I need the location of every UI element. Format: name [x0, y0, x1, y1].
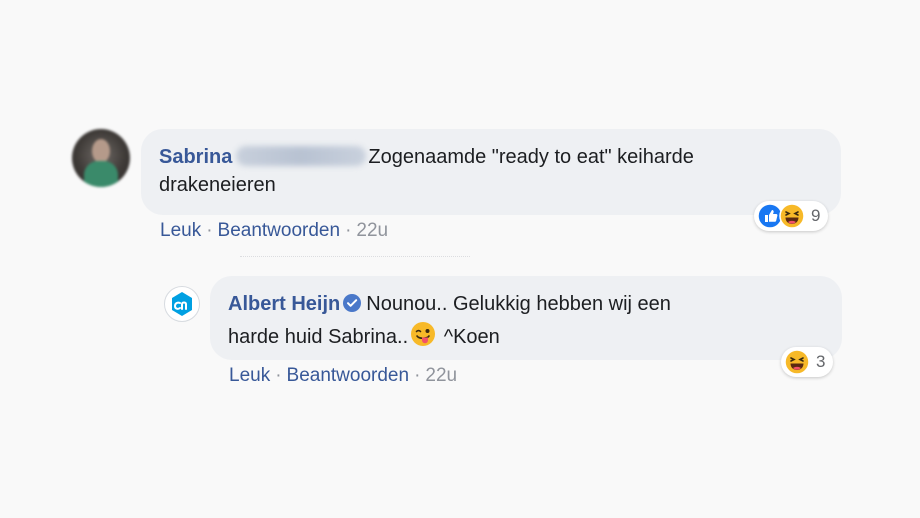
reply-text-line2: harde huid Sabrina.. — [228, 326, 409, 348]
winking-tongue-emoji-icon — [410, 321, 436, 355]
separator-dot: · — [345, 220, 352, 241]
separator-dot: · — [206, 220, 213, 241]
blurred-surname — [236, 146, 367, 166]
reply-reaction-summary[interactable]: 3 — [781, 347, 834, 377]
avatar-face — [92, 139, 110, 163]
reply-author[interactable]: Albert Heijn — [228, 293, 340, 315]
verified-badge-icon — [342, 293, 362, 321]
comment-author[interactable]: Sabrina — [159, 146, 232, 168]
avatar-body — [84, 161, 118, 187]
reply-text-line1: Nounou.. Gelukkig hebben wij een — [366, 293, 671, 315]
separator-dot: · — [275, 365, 282, 386]
albert-heijn-logo-icon — [172, 292, 192, 316]
comment-actions: Leuk · Beantwoorden · 22u — [160, 220, 388, 242]
reaction-count: 3 — [816, 352, 826, 371]
reply-signature: ^Koen — [443, 326, 500, 348]
reaction-count: 9 — [811, 206, 821, 225]
reaction-summary[interactable]: 9 — [754, 201, 829, 231]
separator-dot: · — [414, 365, 421, 386]
reply-thread-divider — [240, 256, 470, 261]
reply-link[interactable]: Beantwoorden — [218, 220, 341, 241]
haha-icon — [779, 203, 805, 229]
like-link[interactable]: Leuk — [160, 220, 201, 241]
reply-bubble: Albert Heijn Nounou.. Gelukkig hebben wi… — [210, 276, 842, 360]
comment-text-line2: drakeneieren — [159, 174, 276, 196]
timestamp-link[interactable]: 22u — [425, 365, 457, 386]
albert-heijn-logo-avatar[interactable] — [164, 286, 200, 322]
like-link[interactable]: Leuk — [229, 365, 270, 386]
comment-bubble: Sabrina Zogenaamde "ready to eat" keihard… — [141, 129, 841, 215]
user-avatar[interactable] — [72, 129, 130, 187]
haha-icon — [784, 349, 810, 375]
timestamp-link[interactable]: 22u — [356, 220, 388, 241]
reply-link[interactable]: Beantwoorden — [287, 365, 410, 386]
reply-actions: Leuk · Beantwoorden · 22u — [229, 365, 457, 387]
comment-text-line1: Zogenaamde "ready to eat" keiharde — [368, 146, 694, 168]
